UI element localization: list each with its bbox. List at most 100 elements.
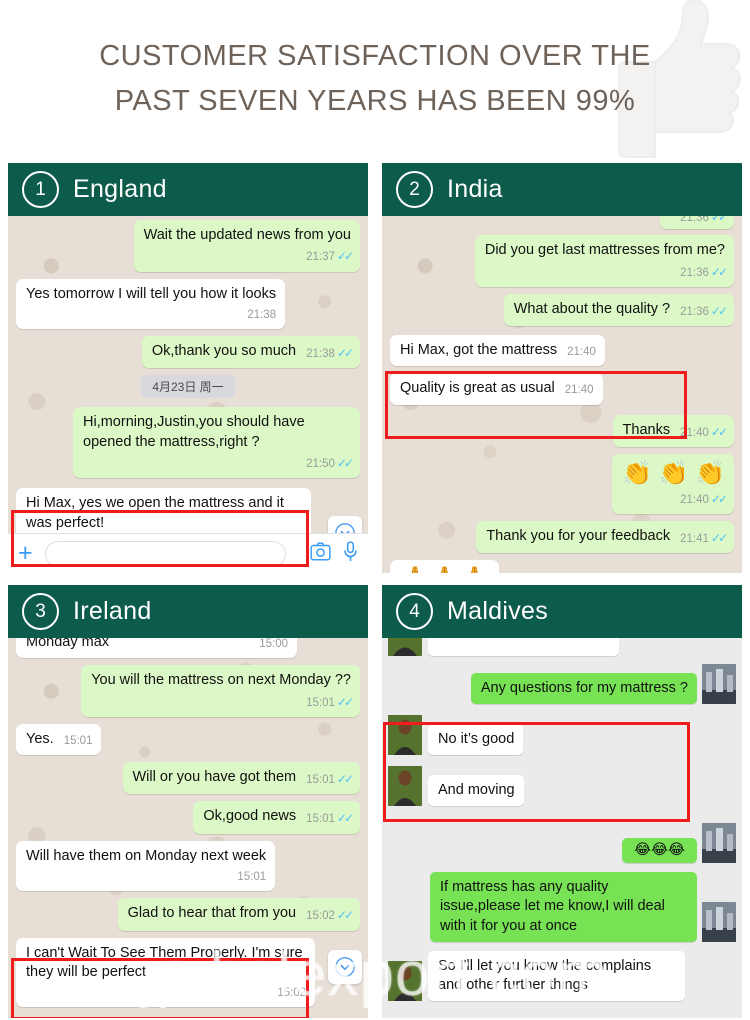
message-text: Quality is great as usual [400, 380, 555, 397]
avatar-photo [388, 766, 422, 806]
message-meta: 15:01 ✓✓ [306, 772, 354, 788]
message-row: 👏 👏 👏 21:40 ✓✓ [390, 453, 734, 514]
message-time: 15:01 [63, 734, 93, 747]
message-row: 😂😂😂 [388, 823, 736, 863]
message-meta: 15:01 [64, 734, 93, 749]
message-row: So I'll let you know the complains and o… [388, 950, 736, 1002]
chat-bubble-outgoing: Thanks 21:40 ✓✓ [612, 414, 734, 447]
date-label: 4月23日 周一 [141, 375, 235, 399]
read-receipt-icon: ✓✓ [336, 811, 354, 826]
chat-panel-england: 1 England Wait the updated news from you… [8, 163, 368, 573]
message-row: No it’s good [388, 715, 736, 755]
chat-bubble-outgoing: Hi,morning,Justin,you should have opened… [73, 407, 360, 479]
message-meta: 21:37 ✓✓ [144, 249, 354, 265]
message-input-bar[interactable]: + [8, 533, 368, 573]
message-meta: 21:40 [565, 383, 594, 398]
scroll-to-bottom-button[interactable] [328, 950, 362, 984]
message-row: Yes tomorrow I will tell you how it look… [16, 278, 360, 330]
message-row: What about the quality ? 21:36 ✓✓ [390, 293, 734, 327]
message-row: Wait the updated news from you 21:37 ✓✓ [16, 220, 360, 272]
message-text: You will the mattress on next Monday ?? [91, 672, 351, 689]
message-time: 15:01 [237, 870, 267, 883]
panel-header-maldives: 4 Maldives [382, 585, 742, 638]
message-row: Thanks 21:40 ✓✓ [390, 414, 734, 447]
chat-bubble-outgoing: You will the mattress on next Monday ?? … [81, 665, 360, 717]
avatar-photo [388, 715, 422, 755]
message-meta: 21:38 [26, 308, 276, 323]
page-header: CUSTOMER SATISFACTION OVER THE PAST SEVE… [0, 0, 750, 163]
chat-body-india[interactable]: 21:36 ✓✓ Did you get last mattresses from… [382, 216, 742, 573]
message-time: 21:36 [680, 266, 709, 279]
message-time: 15:01 [306, 813, 335, 826]
camera-icon[interactable] [310, 541, 331, 566]
avatar [388, 961, 422, 1002]
chat-bubble-incoming-emoji: 🙏🙏🙏 [390, 560, 499, 573]
read-receipt-icon: ✓✓ [336, 249, 354, 264]
chat-bubble-outgoing: Thank you for your feedback 21:41 ✓✓ [476, 520, 734, 554]
message-meta: 15:00 [259, 638, 288, 652]
message-text: Hi Max, got the mattress [400, 342, 558, 359]
message-emoji: 🙏🙏🙏 [400, 566, 490, 573]
message-row: Any questions for my mattress ? [388, 664, 736, 704]
message-meta: 21:41 ✓✓ [680, 531, 728, 547]
chat-bubble-outgoing: Will or you have got them 15:01 ✓✓ [122, 762, 360, 795]
avatar-photo [702, 901, 736, 942]
message-row: Ok,good news 15:01 ✓✓ [16, 801, 360, 834]
avatar [702, 664, 736, 704]
message-row: 🙏🙏🙏 [390, 560, 734, 573]
message-row: Hi Max, got the mattress 21:40 [390, 335, 734, 367]
read-receipt-icon: ✓✓ [336, 694, 354, 709]
message-row: Glad to hear that from you 15:02 ✓✓ [16, 898, 360, 931]
microphone-icon[interactable] [343, 540, 358, 567]
chat-body-ireland[interactable]: Monday max 15:00 You will the mattress o… [8, 638, 368, 1018]
message-time: 15:00 [259, 638, 288, 650]
message-text: Will have them on Monday next week [26, 847, 267, 864]
chat-bubble-outgoing: Glad to hear that from you 15:02 ✓✓ [117, 898, 360, 931]
chat-body-maldives[interactable]: Any questions for my mattress ? No it’s … [382, 638, 742, 1018]
message-time: 21:36 [680, 216, 709, 224]
camera-icon-glyph [310, 541, 331, 560]
message-text: I can't Wait To See Them Properly. I'm s… [26, 944, 303, 980]
message-meta: 21:40 ✓✓ [622, 492, 728, 508]
message-row-partial: Monday max 15:00 [16, 638, 360, 659]
message-meta: 15:02 ✓✓ [306, 908, 354, 924]
chat-body-england[interactable]: Wait the updated news from you 21:37 ✓✓ Y… [8, 216, 368, 573]
message-row: I can't Wait To See Them Properly. I'm s… [16, 937, 360, 1008]
message-text: Ok,good news [203, 808, 297, 825]
message-text: What about the quality ? [513, 300, 671, 317]
message-row: Will have them on Monday next week 15:01 [16, 840, 360, 892]
chat-bubble-incoming: Yes. 15:01 [16, 723, 102, 756]
message-input-field[interactable] [44, 540, 286, 567]
message-meta: 21:40 [567, 345, 596, 360]
message-row: Yes. 15:01 [16, 723, 360, 756]
message-time: 21:40 [680, 426, 709, 439]
message-text: Yes tomorrow I will tell you how it look… [26, 285, 277, 302]
avatar [702, 901, 736, 942]
message-row: Thank you for your feedback 21:41 ✓✓ [390, 520, 734, 554]
message-meta: 21:36 ✓✓ [680, 304, 728, 320]
chat-bubble-outgoing-emoji: 😂😂😂 [622, 837, 697, 863]
message-time: 21:36 [680, 305, 709, 318]
chat-bubble-incoming: Yes tomorrow I will tell you how it look… [16, 278, 286, 330]
read-receipt-icon: ✓✓ [710, 264, 728, 279]
message-text: Wait the updated news from you [143, 227, 351, 243]
message-meta: 15:01 ✓✓ [91, 694, 354, 711]
avatar [388, 766, 422, 806]
message-time: 21:37 [306, 251, 335, 264]
read-receipt-icon: ✓✓ [336, 908, 354, 923]
panel-title: India [447, 175, 503, 203]
message-emoji: 😂😂😂 [634, 841, 685, 858]
page-title: CUSTOMER SATISFACTION OVER THE PAST SEVE… [99, 40, 651, 117]
message-row: Hi,morning,Justin,you should have opened… [16, 407, 360, 479]
panels-grid: 1 England Wait the updated news from you… [0, 163, 750, 1018]
chat-bubble-incoming-highlighted: No it’s good [428, 723, 524, 755]
read-receipt-icon: ✓✓ [336, 772, 354, 787]
message-text: Thanks [622, 421, 671, 438]
chat-panel-india: 2 India 21:36 ✓✓ Did you get last mattres… [382, 163, 742, 573]
panel-header-india: 2 India [382, 163, 742, 216]
message-row-partial [388, 638, 736, 656]
message-time: 15:01 [306, 774, 335, 787]
attach-plus-icon[interactable]: + [18, 541, 33, 566]
panel-number-badge: 4 [396, 593, 433, 630]
message-meta: 21:36 ✓✓ [680, 216, 728, 226]
